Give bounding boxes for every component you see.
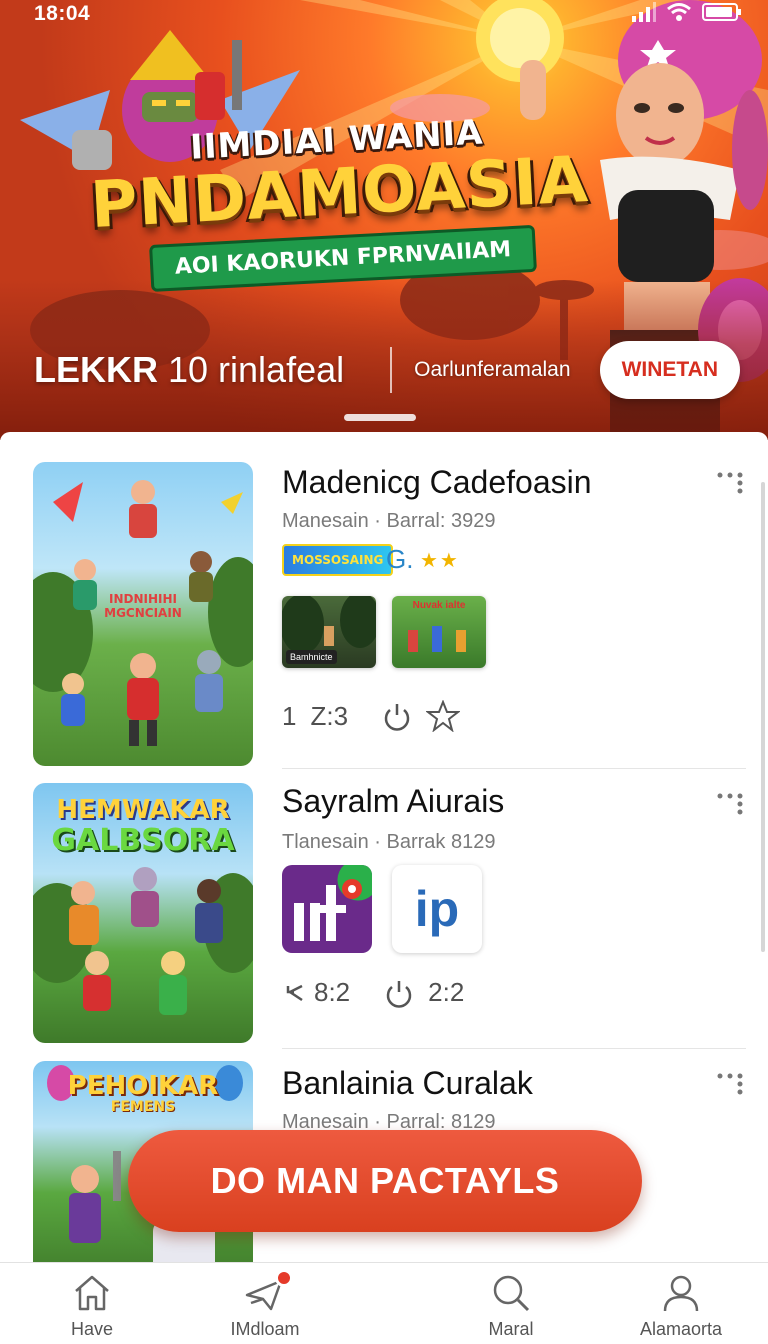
hero-banner[interactable]: 18:04 IIMDIAI WANIA PNDAMOASIA AOI KAORU… <box>0 0 768 440</box>
screenshot-thumbnail[interactable]: Bamhnicte <box>282 596 376 668</box>
game-badge: MOSSOSAING <box>282 544 394 576</box>
more-options-button[interactable] <box>712 1069 748 1099</box>
wifi-icon <box>667 3 691 21</box>
nav-item-messages[interactable]: IMdloam <box>212 1263 318 1344</box>
status-time: 18:04 <box>34 2 91 25</box>
hero-title-block: IIMDIAI WANIA PNDAMOASIA AOI KAORUKN FPR… <box>76 107 604 296</box>
rating-icon: G. <box>386 544 414 574</box>
hero-link[interactable]: Oarlunferamalan <box>414 358 570 382</box>
stat-score: 8:2 <box>314 977 351 1007</box>
thumbnail-subtitle: FEMENS <box>110 1099 176 1115</box>
hero-stat: LEKKR 10 rinlafeal <box>34 349 345 390</box>
item-stats: 1 Z:3 <box>282 700 461 732</box>
stat-score: Z:3 <box>310 700 349 731</box>
item-title[interactable]: Madenicg Cadefoasin <box>282 464 592 501</box>
rating-stars: ★★ <box>420 550 460 572</box>
more-dots-icon <box>717 472 743 493</box>
power-icon[interactable] <box>382 701 412 731</box>
nav-label: IMdloam <box>230 1319 300 1339</box>
bottom-navigation: Have IMdloam Maral Alamaorta <box>0 1262 768 1344</box>
profile-icon <box>661 1263 701 1313</box>
item-subtitle: Manesain · Barral: 3929 <box>282 510 496 532</box>
stat-count: 1 <box>282 700 297 731</box>
more-options-button[interactable] <box>712 789 748 819</box>
nav-item-profile[interactable]: Alamaorta <box>628 1263 734 1344</box>
more-dots-icon <box>717 793 743 814</box>
thumbnail-subtitle: GALBSORA <box>51 823 235 858</box>
screenshot-caption: Bamhnicte <box>286 650 337 664</box>
nav-label: Maral <box>488 1319 534 1339</box>
list-item[interactable]: INDNIHIHI MGCNCIAIN Madenicg Cadefoasin … <box>0 432 768 769</box>
list-item[interactable]: HEMWAKAR GALBSORA Sayralm Aiurais Tlanes… <box>0 769 768 1049</box>
screenshot-thumbnail[interactable]: Nuvak ialte <box>392 596 486 668</box>
hero-bar: LEKKR 10 rinlafeal Oarlunferamalan WINET… <box>34 341 740 399</box>
screenshot-caption: Nuvak ialte <box>412 600 466 611</box>
thumbnail-title: HEMWAKAR <box>56 795 230 825</box>
item-title[interactable]: Sayralm Aiurais <box>282 783 504 820</box>
thumbnail-title: INDNIHIHI MGCNCIAIN <box>104 592 182 621</box>
battery-icon <box>702 3 741 21</box>
hero-action-button[interactable]: WINETAN <box>599 341 740 399</box>
thumbnail-title: PEHOIKAR <box>67 1071 219 1101</box>
more-options-button[interactable] <box>712 468 748 498</box>
primary-cta-button[interactable]: DO MAN PACTAYLS <box>128 1130 642 1232</box>
app-logo-text: ip <box>414 881 460 937</box>
nav-item-search[interactable]: Maral <box>468 1263 554 1344</box>
power-icon[interactable] <box>384 978 414 1008</box>
more-dots-icon <box>717 1073 743 1094</box>
hero-divider <box>390 347 393 393</box>
item-subtitle: Tlanesain · Barrak 8129 <box>282 831 496 853</box>
share-icon[interactable] <box>282 980 308 1006</box>
app-logo-tile[interactable]: ip <box>392 865 482 953</box>
nav-label: Have <box>70 1319 114 1339</box>
game-thumbnail[interactable]: HEMWAKAR GALBSORA <box>33 783 253 1043</box>
item-title[interactable]: Banlainia Curalak <box>282 1065 533 1102</box>
send-icon <box>243 1263 293 1313</box>
home-icon <box>72 1263 112 1313</box>
search-icon <box>491 1263 531 1313</box>
item-stats: 8:2 2:2 <box>282 977 464 1008</box>
notification-dot <box>275 1269 293 1287</box>
nav-label: Alamaorta <box>639 1319 723 1339</box>
signal-icon <box>632 2 656 22</box>
game-thumbnail[interactable]: INDNIHIHI MGCNCIAIN <box>33 462 253 766</box>
star-icon[interactable] <box>426 700 461 732</box>
nav-item-home[interactable]: Have <box>52 1263 132 1344</box>
stat-count: 2:2 <box>428 977 465 1007</box>
app-logo-icon <box>294 865 372 941</box>
status-icons <box>632 2 742 22</box>
app-logo-tile[interactable] <box>282 865 372 953</box>
carousel-indicator[interactable] <box>344 414 416 421</box>
